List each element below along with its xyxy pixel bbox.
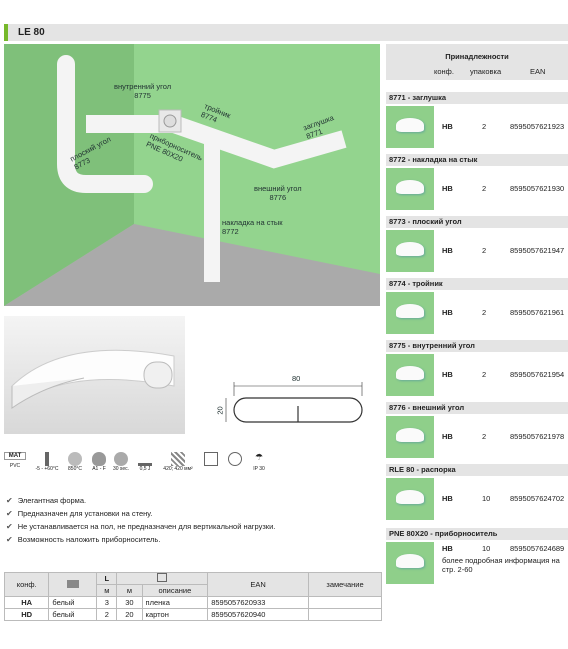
accessory-konf: HB [442,370,453,379]
accessory-pack: 2 [482,246,487,255]
check-icon: ✔ [6,496,13,505]
accessory-title: 8771 - заглушка [386,92,568,104]
installation-photo: внутренний угол 8775 тройник 8774 заглуш… [4,44,380,306]
accessory-konf: HB [442,544,453,553]
col-konf: конф. [3,572,50,597]
title-bar: LE 80 [4,24,568,41]
accessory-image [386,292,434,334]
accessory-pack: 10 [482,544,491,553]
accessory-title: 8772 - накладка на стык [386,154,568,166]
time-pictogram: 30 sec. [110,452,132,480]
accessory-item: 8775 - внутренний угол HB 2 8595057621954 [386,340,568,400]
accessory-title: 8774 - тройник [386,278,568,290]
accessory-pack: 2 [482,122,487,131]
accessory-title: PNE 80X20 - приборноситель [386,528,568,540]
temperature-pictogram: -5 - +60°C [30,452,64,480]
product-table: конф. L EAN замечание м м описание HA бе… [3,572,382,621]
accessory-ean: 8595057621923 [510,122,565,131]
accessory-pack: 2 [482,370,487,379]
accessory-pack: 2 [482,308,487,317]
check-icon: ✔ [6,522,13,531]
accessory-pack: 10 [482,494,491,503]
sub-m: м [116,584,143,597]
accessory-ean: 8595057621930 [510,184,565,193]
accessory-pack: 2 [482,432,487,441]
accessory-konf: HB [442,122,453,131]
col-length: L [96,572,118,585]
table-row: HA белый 3 30 пленка 8595057620933 [3,596,382,609]
glow-wire-pictogram: 850°C [64,452,86,480]
accessory-ean: 8595057621978 [510,432,565,441]
accessory-image [386,542,434,584]
accessory-konf: HB [442,432,453,441]
sub-desc: описание [141,584,209,597]
accessory-image [386,230,434,272]
sub-m: м [96,584,118,597]
accessory-title: 8776 - внешний угол [386,402,568,414]
accessory-ean: 8595057624702 [510,494,565,503]
accessory-konf: HB [442,246,453,255]
socket-pictogram [204,452,218,480]
accessory-konf: HB [442,184,453,193]
accessory-image [386,106,434,148]
cross-section-pictogram: 420; 420 мм² [156,452,200,480]
accessory-konf: HB [442,308,453,317]
accessory-ean: 8595057621961 [510,308,565,317]
accessory-image [386,354,434,396]
page-title: LE 80 [18,27,45,38]
list-item: ✔ Возможность наложить приборноситель. [6,535,161,544]
feature-list: ✔ Элегантная форма. ✔ Предназначен для уст… [6,494,275,546]
photo-label-joint-cover: накладка на стык 8772 [222,218,283,236]
accessory-image [386,416,434,458]
accessory-item: 8776 - внешний угол HB 2 8595057621978 [386,402,568,462]
product-3d-image [4,316,185,434]
accessory-item: 8774 - тройник HB 2 8595057621961 [386,278,568,338]
pictogram-row: MAT PVC -5 - +60°C 850°C A1 - F 30 sec. 0… [4,452,270,480]
accessory-ean: 8595057621947 [510,246,565,255]
ip-rating-pictogram: ☂ IP 30 [253,452,265,472]
accessory-ean: 8595057624689 [510,544,565,553]
profile-height-label: 20 [215,406,225,415]
accessory-note: более подробная информация на стр. 2-60 [442,556,560,574]
accessory-item: 8772 - накладка на стык HB 2 8595057621930 [386,154,568,214]
accessory-konf: HB [442,494,453,503]
color-icon [48,572,98,597]
photo-label-outer-corner: внешний угол 8776 [254,184,302,202]
col-ean: EAN [207,572,310,597]
list-item: ✔ Предназначен для установки на стену. [6,509,153,518]
material-pictogram: MAT PVC [4,452,26,480]
list-item: ✔ Не устанавливается на пол, не предназна… [6,522,276,531]
flame-pictogram: A1 - F [88,452,110,480]
halogen-free-pictogram [226,452,244,480]
package-icon [116,572,209,585]
accessory-item: PNE 80X20 - приборноситель HB 10 8595057624… [386,528,568,588]
accessory-item: RLE 80 - распорка HB 10 8595057624702 [386,464,568,524]
photo-label-inner-corner: внутренний угол 8775 [114,82,172,100]
accessories-panel: Принадлежности конф. упаковка EAN 8771 -… [386,44,568,649]
accessory-pack: 2 [482,184,487,193]
check-icon: ✔ [6,509,13,518]
accessory-image [386,478,434,520]
profile-width-label: 80 [292,374,301,383]
impact-pictogram: 0,5 J [134,452,156,480]
accessory-ean: 8595057621954 [510,370,565,379]
accessories-header: Принадлежности конф. упаковка EAN [386,44,568,80]
accessory-title: 8775 - внутренний угол [386,340,568,352]
accessory-title: RLE 80 - распорка [386,464,568,476]
accessory-title: 8773 - плоский угол [386,216,568,228]
accessory-item: 8773 - плоский угол HB 2 8595057621947 [386,216,568,276]
table-row: HD белый 2 20 картон 8595057620940 [3,608,382,621]
accessory-item: 8771 - заглушка HB 2 8595057621923 [386,92,568,152]
accessory-image [386,168,434,210]
check-icon: ✔ [6,535,13,544]
list-item: ✔ Элегантная форма. [6,496,87,505]
col-note: замечание [308,572,382,597]
profile-drawing: 80 20 [212,366,372,428]
